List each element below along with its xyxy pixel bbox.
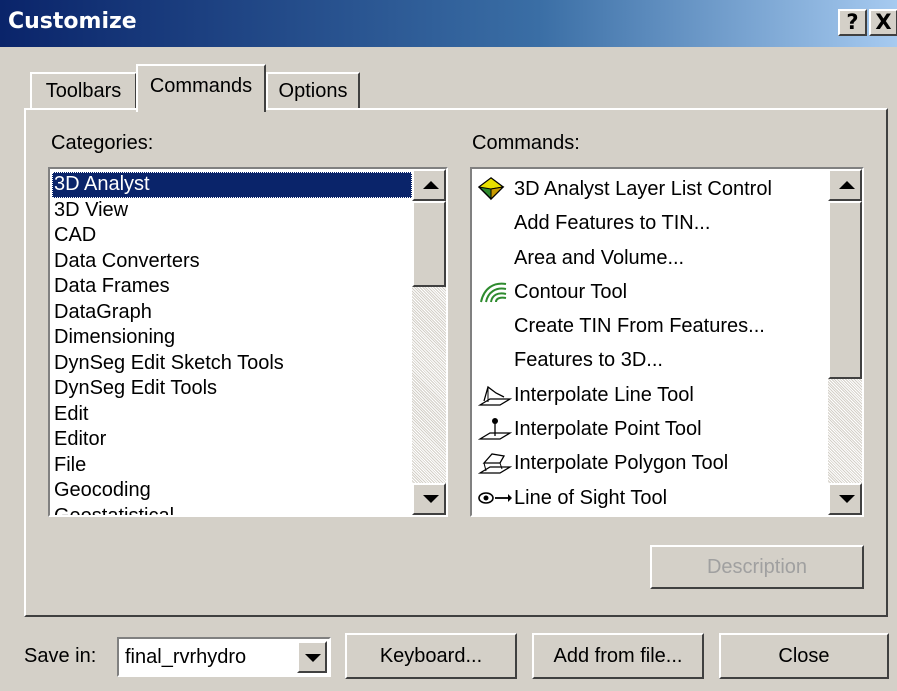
scroll-thumb[interactable]	[828, 201, 862, 379]
category-item[interactable]: Data Converters	[52, 249, 412, 275]
categories-label: Categories:	[51, 132, 154, 154]
command-item-label: Interpolate Polygon Tool	[514, 452, 729, 475]
command-item-label: Line of Sight Tool	[514, 486, 668, 509]
command-item[interactable]: 3D Analyst Layer List Control	[474, 172, 828, 206]
command-item-label: 3D Analyst Layer List Control	[514, 178, 772, 200]
category-item[interactable]: 3D Analyst	[52, 172, 412, 198]
category-item[interactable]: DataGraph	[52, 300, 412, 326]
category-item[interactable]: DynSeg Edit Sketch Tools	[52, 351, 412, 377]
category-item[interactable]: Dimensioning	[52, 325, 412, 351]
category-item[interactable]: CAD	[52, 223, 412, 249]
interpolate-line-icon	[477, 383, 516, 407]
save-in-label: Save in:	[24, 645, 97, 667]
contour-icon	[478, 280, 516, 304]
category-item[interactable]: File	[52, 453, 412, 479]
close-button[interactable]: Close	[719, 633, 889, 679]
arrow-up-icon	[423, 181, 439, 189]
category-item[interactable]: Editor	[52, 427, 412, 453]
add-from-file-button[interactable]: Add from file...	[532, 633, 704, 679]
tab-options[interactable]: Options	[266, 72, 360, 110]
close-window-button[interactable]: X	[869, 9, 897, 36]
tab-toolbars[interactable]: Toolbars	[30, 72, 137, 110]
command-item-label: Features to 3D...	[514, 349, 663, 372]
keyboard-button[interactable]: Keyboard...	[345, 633, 517, 679]
category-item[interactable]: Geocoding	[52, 478, 412, 504]
command-item[interactable]: Create TIN From Features...	[474, 309, 828, 343]
scroll-up-button[interactable]	[828, 169, 862, 201]
category-item[interactable]: Geostatistical	[52, 504, 412, 516]
dropdown-button[interactable]	[297, 641, 327, 673]
scroll-down-button[interactable]	[412, 483, 446, 515]
command-item[interactable]: Interpolate Polygon Tool	[474, 446, 828, 480]
interpolate-polygon-icon	[477, 451, 516, 475]
line-of-sight-icon	[478, 486, 516, 510]
scroll-thumb[interactable]	[412, 201, 446, 287]
commands-listbox[interactable]: 3D Analyst Layer List Control Add Feature…	[470, 167, 864, 517]
command-item[interactable]: Contour Tool	[474, 275, 828, 309]
arrow-up-icon	[839, 181, 855, 189]
category-item[interactable]: DynSeg Edit Tools	[52, 376, 412, 402]
diamond-layer-icon	[477, 177, 516, 201]
category-item[interactable]: 3D View	[52, 198, 412, 224]
commands-scrollbar[interactable]	[828, 169, 862, 515]
command-item[interactable]: Features to 3D...	[474, 343, 828, 377]
tab-commands[interactable]: Commands	[136, 64, 266, 112]
commands-list-items: 3D Analyst Layer List Control Add Feature…	[474, 172, 828, 515]
description-button[interactable]: Description	[650, 545, 864, 589]
commands-label: Commands:	[472, 132, 580, 154]
command-item[interactable]: Line of Sight Tool	[474, 481, 828, 515]
command-item[interactable]: Interpolate Line Tool	[474, 378, 828, 412]
command-item-label: Create TIN From Features...	[514, 315, 765, 338]
command-item[interactable]: Interpolate Point Tool	[474, 412, 828, 446]
command-item-label: Add Features to TIN...	[514, 212, 711, 235]
chevron-down-icon	[305, 654, 321, 662]
window-title: Customize	[8, 9, 137, 34]
command-item-label: Interpolate Point Tool	[514, 418, 702, 441]
categories-scrollbar[interactable]	[412, 169, 446, 515]
command-item[interactable]: Area and Volume...	[474, 241, 828, 275]
categories-list-items: 3D Analyst 3D View CAD Data Converters Data …	[52, 172, 412, 515]
category-item[interactable]: Data Frames	[52, 274, 412, 300]
command-item-label: Contour Tool	[514, 280, 628, 303]
command-item[interactable]: Add Features to TIN...	[474, 206, 828, 240]
help-button[interactable]: ?	[838, 9, 867, 36]
arrow-down-icon	[839, 495, 855, 503]
title-bar[interactable]: Customize ? X	[0, 0, 897, 47]
scroll-up-button[interactable]	[412, 169, 446, 201]
command-item-label: Interpolate Line Tool	[514, 383, 694, 406]
category-item[interactable]: Edit	[52, 402, 412, 428]
command-item-label: Area and Volume...	[514, 246, 685, 269]
save-in-dropdown[interactable]: final_rvrhydro	[117, 637, 331, 677]
scroll-down-button[interactable]	[828, 483, 862, 515]
save-in-value: final_rvrhydro	[125, 646, 247, 668]
arrow-down-icon	[423, 495, 439, 503]
categories-listbox[interactable]: 3D Analyst 3D View CAD Data Converters Data …	[48, 167, 448, 517]
interpolate-point-icon	[477, 417, 516, 441]
